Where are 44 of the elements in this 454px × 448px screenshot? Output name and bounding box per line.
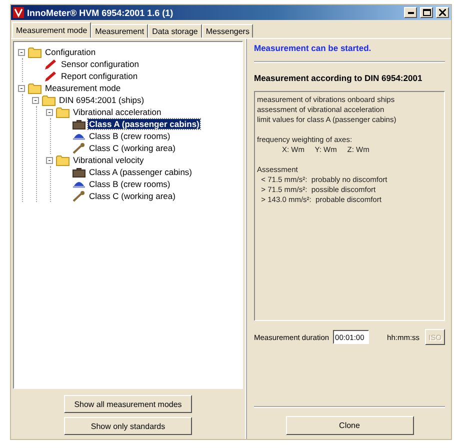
collapse-button[interactable] bbox=[46, 156, 53, 164]
app-icon bbox=[13, 7, 24, 18]
mode-button[interactable]: Show all measurement modes bbox=[64, 395, 192, 413]
collapse-button[interactable] bbox=[18, 84, 25, 92]
pen-icon bbox=[44, 58, 58, 70]
tree-item[interactable]: Vibrational acceleration bbox=[72, 107, 162, 117]
tree-item[interactable]: Report configuration bbox=[60, 71, 139, 81]
tree-item[interactable]: Class A (passenger cabins) bbox=[88, 119, 200, 129]
tree-item[interactable]: Class C (working area) bbox=[88, 191, 176, 201]
tab[interactable]: Messengers bbox=[202, 24, 254, 38]
collapse-button[interactable] bbox=[46, 108, 53, 116]
minimize-icon bbox=[408, 12, 414, 14]
tree-item[interactable]: Measurement mode bbox=[44, 83, 122, 93]
briefcase-icon bbox=[72, 118, 86, 130]
tab[interactable]: Data storage bbox=[148, 24, 202, 38]
maximize-button[interactable] bbox=[420, 7, 433, 18]
minimize-button[interactable] bbox=[404, 7, 417, 18]
pen-icon bbox=[44, 70, 58, 82]
tree-item[interactable]: Vibrational velocity bbox=[72, 155, 145, 165]
tree-item[interactable]: Class A (passenger cabins) bbox=[88, 167, 193, 177]
folder-icon bbox=[42, 94, 56, 106]
mode-button[interactable]: Show only standards bbox=[64, 417, 192, 435]
tree-item[interactable]: Sensor configuration bbox=[60, 59, 140, 69]
clone-button[interactable]: Clone bbox=[286, 416, 414, 435]
tab[interactable]: Measurement bbox=[91, 24, 148, 38]
collapse-button[interactable] bbox=[18, 48, 25, 56]
tab[interactable]: Measurement mode bbox=[12, 22, 92, 38]
tree-item[interactable]: Class C (working area) bbox=[88, 143, 176, 153]
folder-icon bbox=[28, 46, 42, 58]
status-message: Measurement can be started. bbox=[254, 43, 372, 53]
folder-icon bbox=[28, 82, 42, 94]
window-title: InnoMeter® HVM 6954:2001 1.6 (1) bbox=[27, 8, 174, 18]
standard-heading: Measurement according to DIN 6954:2001 bbox=[254, 73, 424, 83]
maximize-icon bbox=[422, 9, 430, 16]
close-button[interactable] bbox=[436, 7, 449, 18]
briefcase-icon bbox=[72, 166, 86, 178]
close-icon bbox=[439, 9, 446, 16]
folder-icon bbox=[56, 106, 70, 118]
tree-item[interactable]: Class B (crew rooms) bbox=[88, 179, 172, 189]
tree-item[interactable]: DIN 6954:2001 (ships) bbox=[58, 95, 146, 105]
collapse-button[interactable] bbox=[32, 96, 39, 104]
tree-item[interactable]: Configuration bbox=[44, 47, 97, 57]
folder-icon bbox=[56, 154, 70, 166]
tree-item[interactable]: Class B (crew rooms) bbox=[88, 131, 172, 141]
